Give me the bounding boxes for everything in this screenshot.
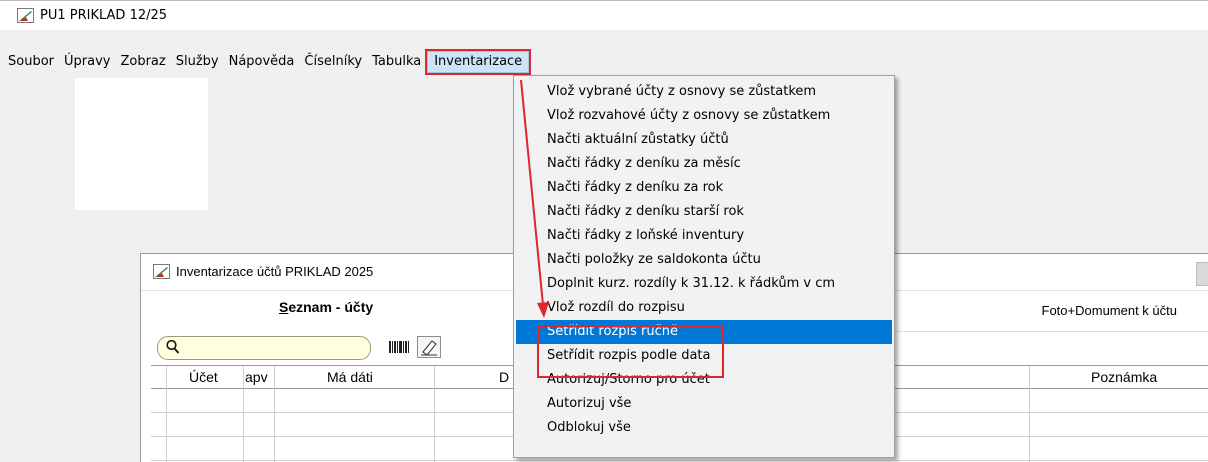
menu-item-odblokuj-vse[interactable]: Odblokuj vše — [516, 416, 892, 440]
blank-panel — [75, 78, 208, 210]
window-title-bar: PU1 PRIKLAD 12/25 — [0, 0, 1208, 30]
grid-divider — [1029, 366, 1030, 462]
menu-zobraz[interactable]: Zobraz — [116, 51, 169, 73]
panel-title-foto: Foto+Domument k účtu — [1041, 303, 1177, 318]
grid-divider — [434, 366, 435, 462]
app-icon — [17, 8, 34, 23]
menu-item-autorizuj-vse[interactable]: Autorizuj vše — [516, 392, 892, 416]
menu-bar: Soubor Úpravy Zobraz Služby Nápověda Čís… — [0, 49, 1208, 75]
col-header-poznamka[interactable]: Poznámka — [1091, 369, 1157, 385]
menu-item-nacti-denik-starsi[interactable]: Načti řádky z deníku starší rok — [516, 200, 892, 224]
menu-napoveda[interactable]: Nápověda — [225, 51, 299, 73]
menu-sluzby[interactable]: Služby — [172, 51, 223, 73]
menu-item-nacti-denik-rok[interactable]: Načti řádky z deníku za rok — [516, 176, 892, 200]
barcode-icon[interactable] — [388, 340, 410, 354]
menu-tabulka[interactable]: Tabulka — [368, 51, 425, 73]
panel-title-text: eznam - účty — [288, 299, 374, 315]
search-icon — [166, 339, 180, 359]
menu-item-autorizuj-storno[interactable]: Autorizuj/Storno pro účet — [516, 368, 892, 392]
menu-soubor[interactable]: Soubor — [4, 51, 58, 73]
col-header-apv[interactable]: apv — [245, 369, 268, 385]
panel-title-mnemonic: S — [279, 299, 289, 315]
maximize-button[interactable] — [1196, 262, 1208, 286]
menu-item-vloz-vybrane-ucty[interactable]: Vlož vybrané účty z osnovy se zůstatkem — [516, 80, 892, 104]
menu-item-setridit-podle-data[interactable]: Setřídit rozpis podle data — [516, 344, 892, 368]
child-window-title: Inventarizace účtů PRIKLAD 2025 — [176, 263, 374, 279]
search-input[interactable] — [157, 336, 371, 360]
grid-divider — [166, 366, 167, 462]
menu-item-nacti-lonska-inventura[interactable]: Načti řádky z loňské inventury — [516, 224, 892, 248]
inventarizace-dropdown-menu: Vlož vybrané účty z osnovy se zůstatkem … — [513, 75, 895, 458]
menu-item-nacti-zustatky[interactable]: Načti aktuální zůstatky účtů — [516, 128, 892, 152]
col-header-ucet[interactable]: Účet — [189, 369, 218, 385]
menu-upravy[interactable]: Úpravy — [60, 51, 114, 73]
col-header-dal[interactable]: D — [499, 369, 509, 385]
menu-item-vloz-rozvahove-ucty[interactable]: Vlož rozvahové účty z osnovy se zůstatke… — [516, 104, 892, 128]
menu-ciselniky[interactable]: Číselníky — [300, 51, 366, 73]
menu-item-nacti-saldokonto[interactable]: Načti položky ze saldokonta účtu — [516, 248, 892, 272]
menu-inventarizace[interactable]: Inventarizace — [425, 49, 532, 75]
col-header-ma-dati[interactable]: Má dáti — [327, 369, 373, 385]
window-title: PU1 PRIKLAD 12/25 — [40, 8, 168, 23]
menu-item-vloz-rozdil[interactable]: Vlož rozdíl do rozpisu — [516, 296, 892, 320]
child-app-icon — [153, 263, 170, 279]
grid-divider — [274, 366, 275, 462]
menu-item-setridit-rucne[interactable]: Setřídit rozpis ručně — [516, 320, 892, 344]
menu-item-doplnit-kurz-rozdily[interactable]: Doplnit kurz. rozdíly k 31.12. k řádkům … — [516, 272, 892, 296]
grid-divider — [243, 366, 244, 462]
menu-item-nacti-denik-mesic[interactable]: Načti řádky z deníku za měsíc — [516, 152, 892, 176]
panel-title-seznam: Seznam - účty — [279, 299, 373, 315]
eraser-icon[interactable] — [417, 336, 441, 358]
